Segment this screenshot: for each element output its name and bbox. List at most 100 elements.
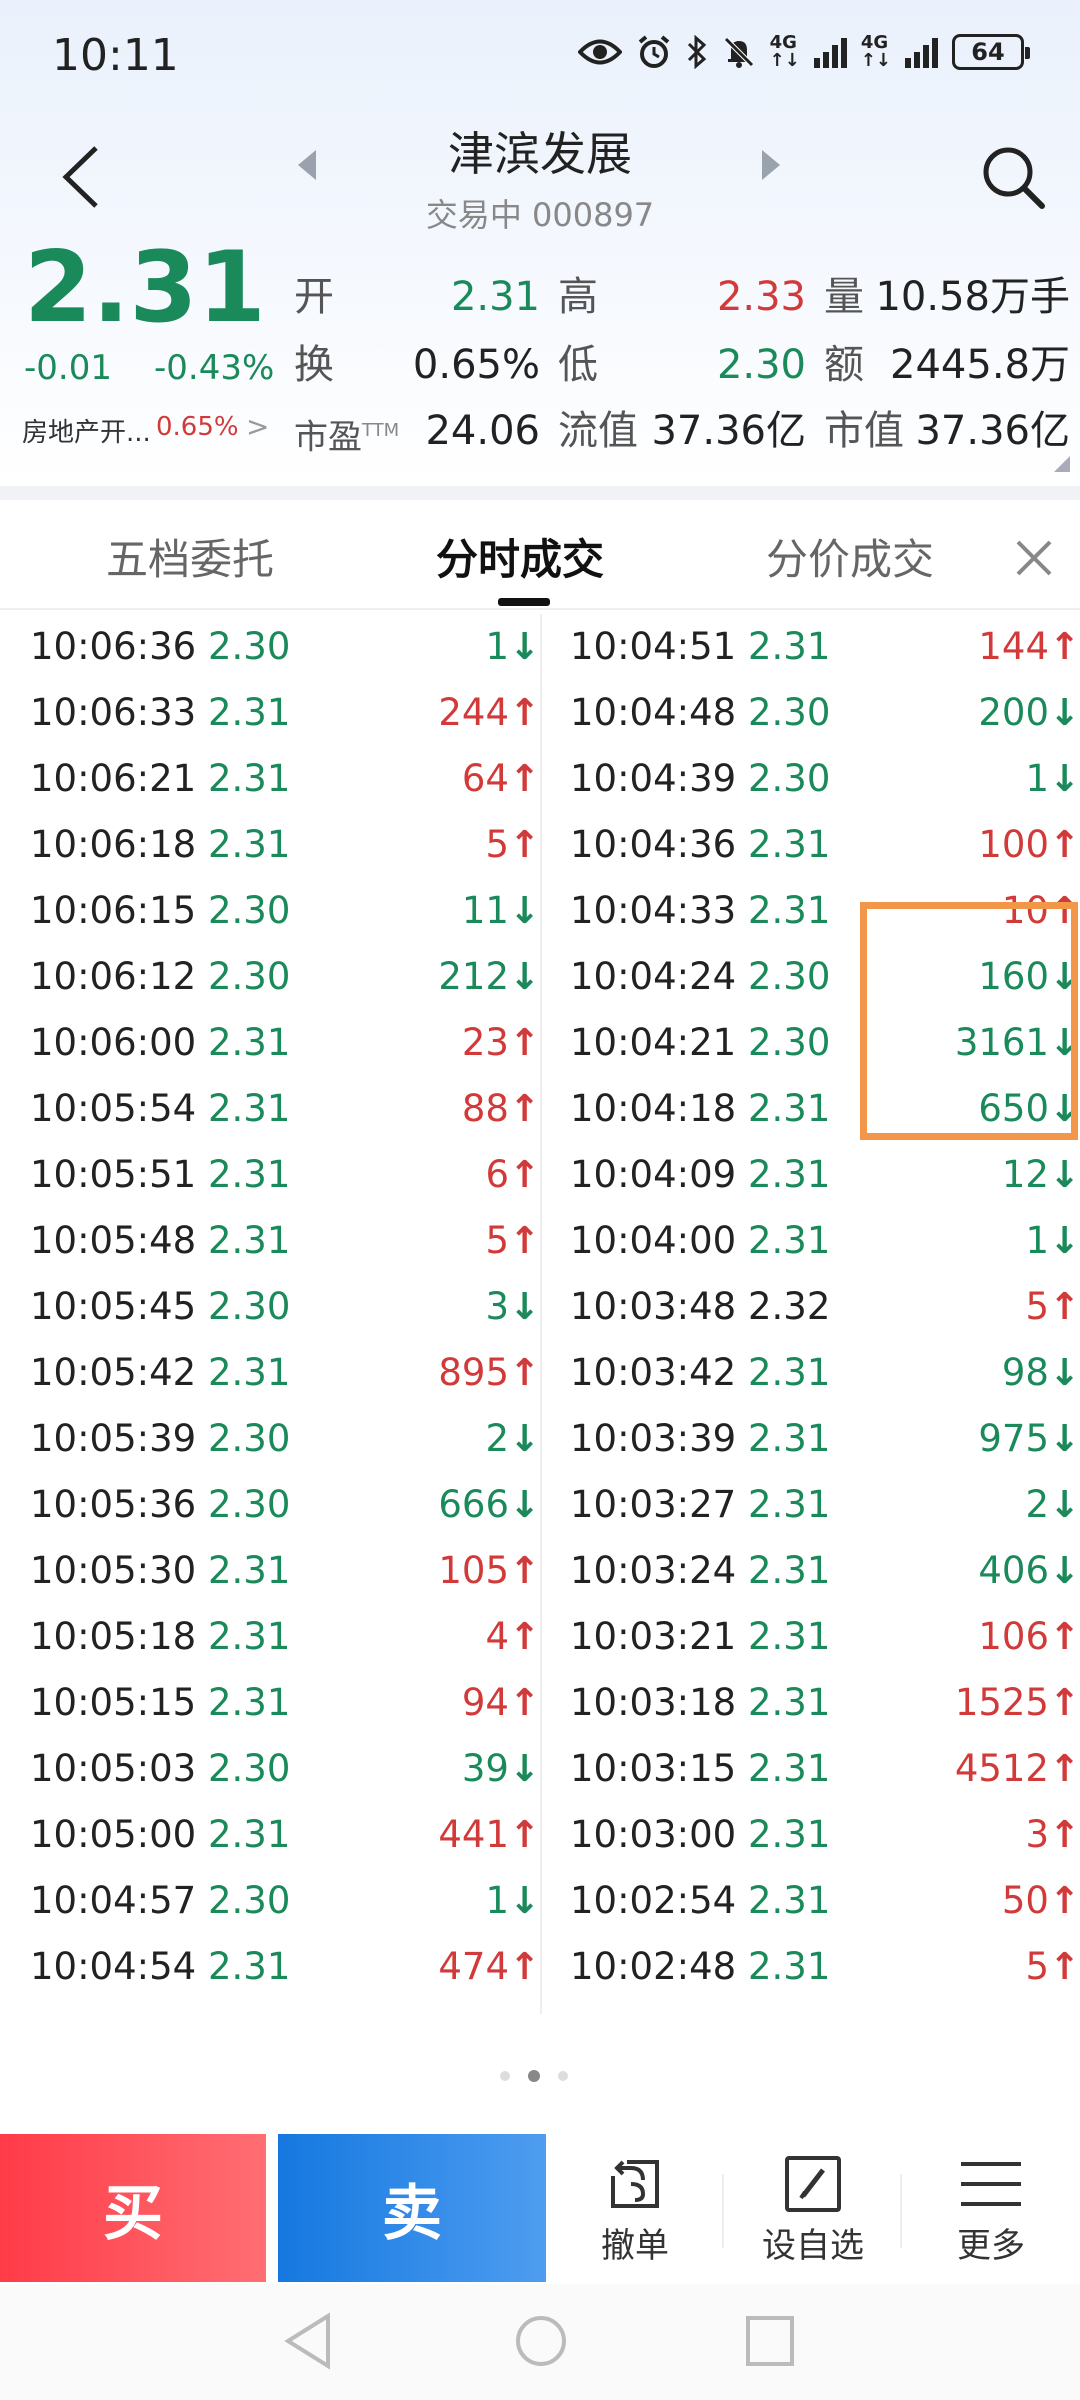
trade-volume-value: 1525	[954, 1681, 1049, 1724]
trade-time: 10:04:51	[570, 625, 737, 668]
trade-price: 2.31	[748, 1153, 831, 1196]
arrow-down-icon: ↓	[508, 889, 540, 932]
trade-time: 10:04:33	[570, 889, 737, 932]
trade-volume: 98↓	[1002, 1340, 1080, 1406]
trade-volume: 3↑	[1025, 1802, 1080, 1868]
trade-volume: 666↓	[438, 1472, 540, 1538]
tab-price-volume[interactable]: 分价成交	[766, 526, 934, 587]
trade-volume: 6↑	[485, 1142, 540, 1208]
battery-icon: 64	[952, 34, 1030, 70]
trade-price: 2.31	[748, 625, 831, 668]
trade-price: 2.32	[748, 1285, 831, 1328]
trade-volume-value: 5	[485, 1219, 509, 1262]
action-separator	[900, 2174, 902, 2248]
trade-price: 2.31	[208, 757, 291, 800]
next-stock-arrow-icon[interactable]	[762, 150, 780, 180]
trade-volume: 105↑	[438, 1538, 540, 1604]
trade-volume: 5↑	[485, 812, 540, 878]
add-watchlist-button[interactable]: 设自选	[728, 2154, 898, 2267]
status-icons: 4G ↑↓ 4G ↑↓ 64	[577, 32, 1030, 71]
arrow-down-icon: ↓	[1048, 1153, 1080, 1196]
tab-tick-trades[interactable]: 分时成交	[436, 526, 604, 587]
trade-price: 2.31	[748, 889, 831, 932]
arrow-down-icon: ↓	[1048, 1483, 1080, 1526]
sector-change-pct[interactable]: 0.65%	[156, 412, 239, 442]
turnover-label: 换	[294, 342, 334, 388]
arrow-up-icon: ↑	[508, 1813, 540, 1856]
mkt-cap-value: 37.36亿	[915, 408, 1070, 454]
trade-row: 10:06:15 2.30 11↓	[30, 878, 550, 944]
arrow-down-icon: ↓	[508, 955, 540, 998]
trade-volume-value: 4512	[954, 1747, 1049, 1790]
trade-time: 10:04:18	[570, 1087, 737, 1130]
arrow-down-icon: ↓	[508, 625, 540, 668]
active-tab-underline	[498, 598, 550, 606]
nav-back-icon[interactable]	[282, 2312, 334, 2370]
back-arrow-icon[interactable]	[56, 142, 106, 212]
arrow-down-icon: ↓	[508, 1417, 540, 1460]
trade-row: 10:02:48 2.31 5↑	[570, 1934, 1080, 2000]
tab-order-book[interactable]: 五档委托	[106, 526, 274, 587]
trade-row: 10:05:42 2.31 895↑	[30, 1340, 550, 1406]
trade-price: 2.31	[748, 1747, 831, 1790]
trade-time: 10:04:54	[30, 1945, 197, 1988]
arrow-up-icon: ↑	[508, 1153, 540, 1196]
trade-row: 10:05:03 2.30 39↓	[30, 1736, 550, 1802]
trade-price: 2.31	[748, 1417, 831, 1460]
float-cap-value: 37.36亿	[651, 408, 806, 454]
close-icon[interactable]	[1014, 538, 1054, 578]
sector-name[interactable]: 房地产开...	[22, 412, 151, 449]
network-4g-2: 4G ↑↓	[860, 32, 891, 71]
sell-button[interactable]: 卖	[278, 2134, 546, 2282]
trade-row: 10:05:36 2.30 666↓	[30, 1472, 550, 1538]
more-button[interactable]: 更多	[906, 2154, 1076, 2267]
trade-price: 2.31	[208, 1219, 291, 1262]
trade-row: 10:06:21 2.31 64↑	[30, 746, 550, 812]
undo-icon	[611, 2160, 659, 2208]
nav-recents-icon[interactable]	[744, 2312, 796, 2370]
trade-volume: 11↓	[462, 878, 540, 944]
arrow-up-icon: ↑	[1048, 1879, 1080, 1922]
trade-volume: 441↑	[438, 1802, 540, 1868]
trade-price: 2.30	[208, 889, 291, 932]
trade-row: 10:06:33 2.31 244↑	[30, 680, 550, 746]
high-label: 高	[558, 274, 598, 320]
arrow-down-icon: ↓	[508, 1747, 540, 1790]
arrow-down-icon: ↓	[1048, 1549, 1080, 1592]
trade-row: 10:04:09 2.31 12↓	[570, 1142, 1080, 1208]
trade-volume-value: 6	[485, 1153, 509, 1196]
trade-volume: 5↑	[1025, 1274, 1080, 1340]
tab-bar: 五档委托 分时成交 分价成交	[0, 500, 1080, 610]
trade-volume-value: 2	[1025, 1483, 1049, 1526]
trade-time: 10:03:15	[570, 1747, 737, 1790]
trade-time: 10:03:42	[570, 1351, 737, 1394]
cancel-order-button[interactable]: 撤单	[550, 2154, 720, 2267]
trade-volume: 3↓	[485, 1274, 540, 1340]
trade-volume: 144↑	[978, 614, 1080, 680]
stock-status-code: 交易中 000897	[425, 196, 655, 234]
trade-volume-value: 98	[1001, 1351, 1049, 1394]
trade-row: 10:03:21 2.31 106↑	[570, 1604, 1080, 1670]
trade-volume: 244↑	[438, 680, 540, 746]
trade-time: 10:04:21	[570, 1021, 737, 1064]
nav-home-icon[interactable]	[514, 2312, 568, 2370]
expand-corner-icon[interactable]	[1054, 456, 1070, 472]
trade-time: 10:03:21	[570, 1615, 737, 1658]
trade-time: 10:06:36	[30, 625, 197, 668]
buy-button[interactable]: 买	[0, 2134, 266, 2282]
trade-price: 2.30	[208, 625, 291, 668]
trade-volume-value: 50	[1001, 1879, 1049, 1922]
sector-chevron-icon[interactable]: >	[246, 410, 269, 443]
trade-volume: 200↓	[978, 680, 1080, 746]
page-dot	[500, 2071, 510, 2081]
trade-volume: 39↓	[462, 1736, 540, 1802]
search-icon[interactable]	[980, 144, 1046, 210]
arrow-up-icon: ↑	[508, 757, 540, 800]
arrow-up-icon: ↑	[508, 1681, 540, 1724]
prev-stock-arrow-icon[interactable]	[298, 150, 316, 180]
arrow-up-icon: ↑	[508, 691, 540, 734]
trade-time: 10:04:09	[570, 1153, 737, 1196]
trade-price: 2.30	[208, 1879, 291, 1922]
trade-time: 10:06:00	[30, 1021, 197, 1064]
highlight-box	[860, 902, 1078, 1140]
